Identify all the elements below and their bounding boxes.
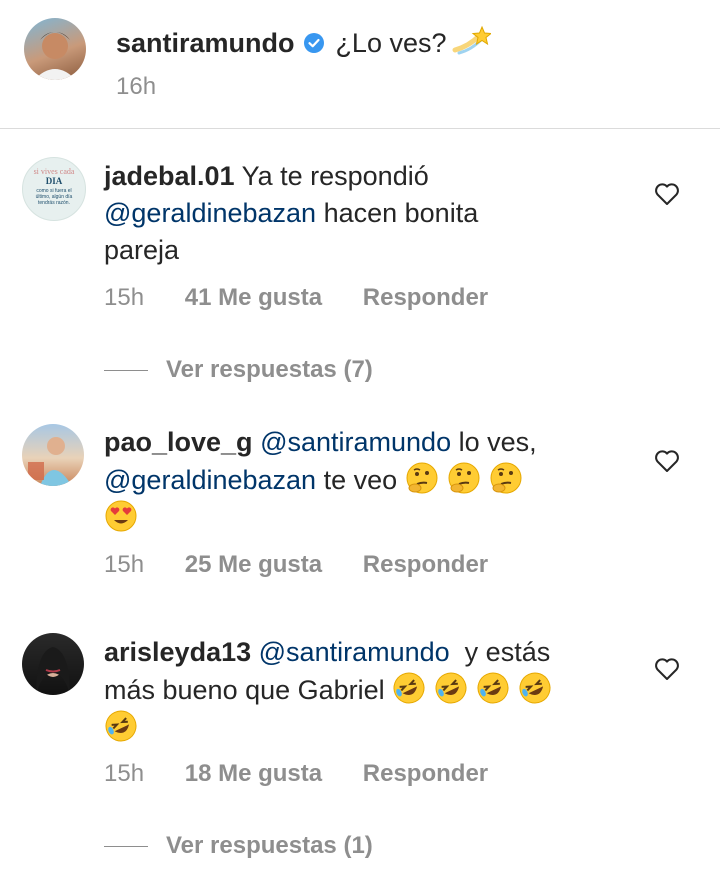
comment-mention[interactable]: @geraldinebazan <box>104 198 316 228</box>
comment-time: 15h <box>104 760 145 787</box>
thinking-face-emoji <box>405 461 439 495</box>
rofl-emoji <box>104 709 138 743</box>
commenter-avatar[interactable] <box>22 633 84 695</box>
shooting-star-emoji <box>451 24 493 56</box>
replies-divider <box>104 845 148 847</box>
comment-mention[interactable]: @santiramundo <box>260 427 451 457</box>
verified-badge-icon <box>303 32 325 54</box>
reply-button[interactable]: Responder <box>363 760 488 787</box>
post-caption: ¿Lo ves? <box>335 28 447 58</box>
avatar-text-line: si vives cada <box>34 167 75 176</box>
post-time: 16h <box>116 73 157 100</box>
comment-likes[interactable]: 25 Me gusta <box>185 551 322 578</box>
view-replies-button[interactable]: Ver respuestas (1) <box>104 832 373 860</box>
comment-mention[interactable]: @geraldinebazan <box>104 465 316 495</box>
reply-button[interactable]: Responder <box>363 551 488 578</box>
rofl-emoji <box>434 671 468 705</box>
comment-text: y estás <box>464 637 551 667</box>
comment-meta: 15h 18 Me gusta Responder <box>104 760 522 788</box>
comment-text: hacen bonita <box>323 198 479 228</box>
comment-body: arisleyda13 @santiramundo y estás más bu… <box>104 634 594 747</box>
post-author-avatar[interactable] <box>24 18 86 80</box>
thinking-face-emoji <box>489 461 523 495</box>
post-author-username[interactable]: santiramundo <box>116 28 295 58</box>
comment-body: pao_love_g @santiramundo lo ves, @gerald… <box>104 424 594 537</box>
comment-text: lo ves, <box>458 427 537 457</box>
comment-meta: 15h 25 Me gusta Responder <box>104 551 522 579</box>
avatar-text-line: tendrás razón. <box>38 200 70 206</box>
comment-text: te veo <box>323 465 398 495</box>
view-replies-button[interactable]: Ver respuestas (7) <box>104 356 373 384</box>
heart-outline-icon[interactable] <box>654 182 680 206</box>
comment-username[interactable]: arisleyda13 <box>104 637 251 667</box>
rofl-emoji <box>518 671 552 705</box>
commenter-avatar[interactable]: si vives cada DIA como si fuera el últim… <box>22 157 86 221</box>
replies-divider <box>104 369 148 371</box>
comment-mention[interactable]: @santiramundo <box>259 637 450 667</box>
commenter-avatar[interactable] <box>22 424 84 486</box>
comment-text: más bueno que Gabriel <box>104 675 385 705</box>
view-replies-label: Ver respuestas (7) <box>166 356 373 383</box>
view-replies-label: Ver respuestas (1) <box>166 832 373 859</box>
reply-button[interactable]: Responder <box>363 284 488 311</box>
comment-body: jadebal.01 Ya te respondió @geraldinebaz… <box>104 158 594 269</box>
comment-time: 15h <box>104 284 145 311</box>
comment-username[interactable]: jadebal.01 <box>104 161 235 191</box>
heart-eyes-emoji <box>104 499 138 533</box>
comment-text: pareja <box>104 235 180 265</box>
rofl-emoji <box>476 671 510 705</box>
comment-username[interactable]: pao_love_g <box>104 427 253 457</box>
comment-meta: 15h 41 Me gusta Responder <box>104 284 522 312</box>
heart-outline-icon[interactable] <box>654 657 680 681</box>
avatar-text-line: DIA <box>46 176 63 186</box>
comment-likes[interactable]: 18 Me gusta <box>185 760 322 787</box>
heart-outline-icon[interactable] <box>654 449 680 473</box>
divider <box>0 128 720 129</box>
comment-time: 15h <box>104 551 145 578</box>
thinking-face-emoji <box>447 461 481 495</box>
comment-text: Ya te respondió <box>241 161 429 191</box>
rofl-emoji <box>392 671 426 705</box>
comment-likes[interactable]: 41 Me gusta <box>185 284 322 311</box>
